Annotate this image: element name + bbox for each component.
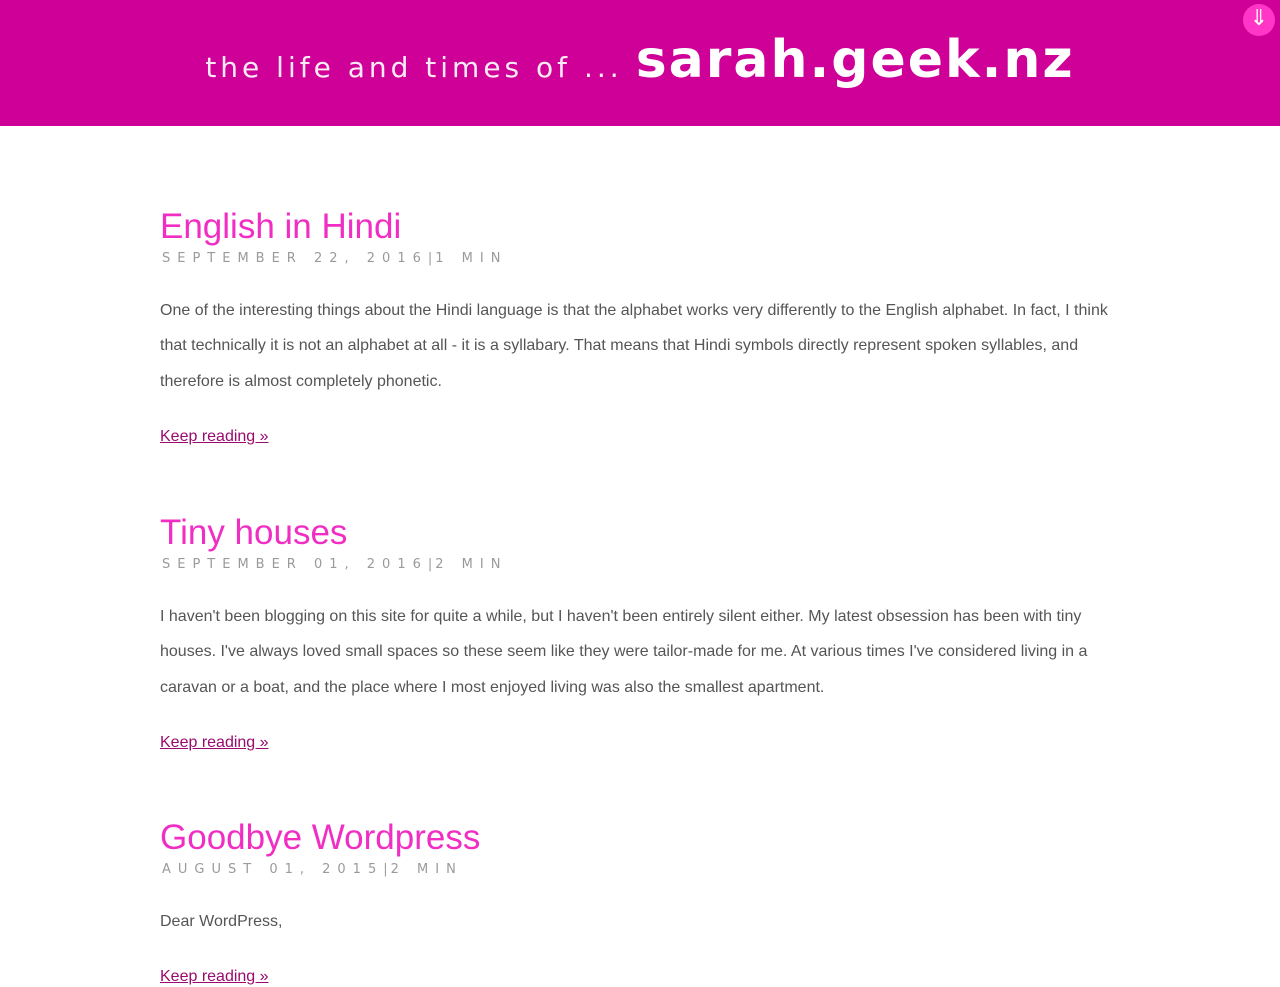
post-date: SEPTEMBER 01, 2016: [162, 557, 428, 572]
post-date: SEPTEMBER 22, 2016: [162, 251, 428, 266]
keep-reading-link[interactable]: Keep reading »: [160, 733, 269, 753]
site-name[interactable]: sarah.geek.nz: [636, 30, 1075, 90]
post-date: AUGUST 01, 2015: [162, 862, 384, 877]
post-read-time: 2 MIN: [435, 557, 508, 572]
keep-reading-link[interactable]: Keep reading »: [160, 967, 269, 987]
post-title[interactable]: Goodbye Wordpress: [160, 818, 1120, 858]
site-title: the life and times of ... sarah.geek.nz: [0, 30, 1280, 90]
post-item: English in Hindi SEPTEMBER 22, 2016|1 MI…: [160, 207, 1120, 447]
post-excerpt: Dear WordPress,: [160, 913, 283, 930]
post-meta: SEPTEMBER 01, 2016|2 MIN: [162, 555, 1120, 575]
post-read-time: 2 MIN: [390, 862, 463, 877]
site-tagline: the life and times of ...: [205, 51, 623, 84]
keep-reading-link[interactable]: Keep reading »: [160, 427, 269, 447]
post-item: Goodbye Wordpress AUGUST 01, 2015|2 MIN …: [160, 818, 1120, 987]
post-read-time: 1 MIN: [435, 251, 508, 266]
post-item: Tiny houses SEPTEMBER 01, 2016|2 MIN I h…: [160, 513, 1120, 753]
post-excerpt: One of the interesting things about the …: [160, 302, 1108, 390]
post-meta: SEPTEMBER 22, 2016|1 MIN: [162, 249, 1120, 269]
down-arrow-icon[interactable]: ⇓: [1243, 4, 1275, 36]
post-meta: AUGUST 01, 2015|2 MIN: [162, 860, 1120, 880]
meta-separator: |: [383, 862, 391, 877]
site-header: the life and times of ... sarah.geek.nz …: [0, 0, 1280, 126]
post-excerpt: I haven't been blogging on this site for…: [160, 608, 1088, 696]
post-title[interactable]: English in Hindi: [160, 207, 1120, 247]
post-title[interactable]: Tiny houses: [160, 513, 1120, 553]
